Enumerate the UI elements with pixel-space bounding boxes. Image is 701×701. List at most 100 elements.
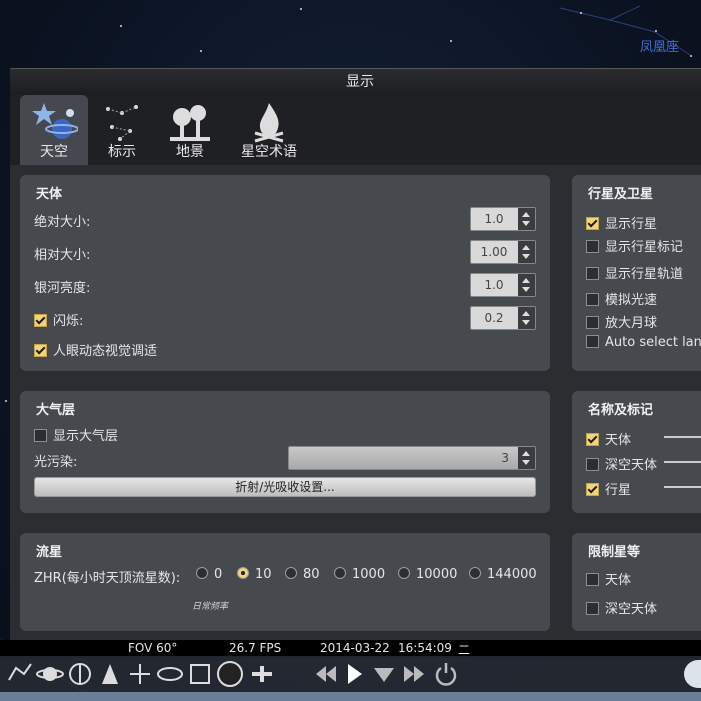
refraction-settings-button[interactable]: 折射/光吸收设置... xyxy=(34,477,536,497)
spinbox-arrows[interactable] xyxy=(518,274,535,296)
zhr-label: ZHR(每小时天顶流星数): xyxy=(34,571,181,586)
group-title: 名称及标记 xyxy=(588,403,654,418)
checkbox-label: 天体 xyxy=(605,433,632,448)
light-pollution-spinbox[interactable]: 3 xyxy=(288,446,536,470)
radio-button[interactable] xyxy=(469,567,481,579)
milky-way-label: 银河亮度: xyxy=(34,281,91,296)
play-icon[interactable] xyxy=(340,660,368,688)
fov-readout: FOV 60° xyxy=(128,641,178,655)
limit-dso-checkbox[interactable]: 深空天体 xyxy=(586,598,657,617)
checkbox-box[interactable] xyxy=(586,240,599,253)
group-title: 行星及卫星 xyxy=(588,187,654,202)
twinkle-checkbox[interactable]: 闪烁: xyxy=(34,310,83,329)
zhr-option-80[interactable]: 80 xyxy=(285,567,320,582)
equatorial-mount-icon[interactable] xyxy=(66,660,94,688)
checkbox-label: 模拟光速 xyxy=(605,293,658,308)
radio-button[interactable] xyxy=(196,567,208,579)
milky-way-spinbox[interactable]: 1.0 xyxy=(470,273,536,297)
dialog-title[interactable]: 显示 xyxy=(10,69,701,95)
auto-select-landscape-checkbox[interactable]: Auto select land xyxy=(586,335,701,350)
fps-readout: 26.7 FPS xyxy=(229,641,282,655)
tab-label: 地景 xyxy=(176,144,204,160)
checkbox-box[interactable] xyxy=(586,573,599,586)
nebula-icon[interactable] xyxy=(156,660,184,688)
constellation-art-icon[interactable] xyxy=(96,660,124,688)
rewind-icon[interactable] xyxy=(312,660,340,688)
radio-button[interactable] xyxy=(285,567,297,579)
checkbox-box[interactable] xyxy=(586,335,599,348)
radio-button[interactable] xyxy=(398,567,410,579)
zhr-option-10[interactable]: 10 xyxy=(237,567,272,582)
grid-icon[interactable] xyxy=(126,660,154,688)
fast-forward-icon[interactable] xyxy=(400,660,428,688)
checkbox-label: 天体 xyxy=(605,573,632,588)
scale-moon-checkbox[interactable]: 放大月球 xyxy=(586,312,657,331)
planet-icon[interactable] xyxy=(36,660,64,688)
quit-icon[interactable] xyxy=(432,660,460,688)
checkbox-label: 显示行星 xyxy=(605,217,658,232)
night-mode-icon[interactable] xyxy=(216,660,244,688)
satellite-icon[interactable] xyxy=(248,660,276,688)
tab-starlore[interactable]: 星空术语 xyxy=(224,95,314,165)
zhr-option-1000[interactable]: 1000 xyxy=(334,567,385,582)
checkbox-box[interactable] xyxy=(586,217,599,230)
radio-label: 0 xyxy=(214,567,223,582)
fullscreen-icon[interactable] xyxy=(186,660,214,688)
checkbox-box[interactable] xyxy=(586,458,599,471)
checkbox-box[interactable] xyxy=(34,344,47,357)
radio-button[interactable] xyxy=(334,567,346,579)
absolute-scale-spinbox[interactable]: 1.0 xyxy=(470,207,536,231)
planet-labels-checkbox[interactable]: 行星 xyxy=(586,479,631,498)
checkbox-label: 行星 xyxy=(605,483,632,498)
group-title: 天体 xyxy=(36,187,63,202)
limit-magnitude-group: 限制星等 天体 深空天体 xyxy=(572,533,701,631)
constellation-label-phoenix: 凤凰座 xyxy=(640,40,680,55)
show-planet-orbits-checkbox[interactable]: 显示行星轨道 xyxy=(586,263,683,282)
zhr-option-10000[interactable]: 10000 xyxy=(398,567,457,582)
checkbox-box[interactable] xyxy=(586,293,599,306)
tab-landscape[interactable]: 地景 xyxy=(156,95,224,165)
checkbox-box[interactable] xyxy=(34,429,47,442)
tab-markings[interactable]: 标示 xyxy=(88,95,156,165)
tab-sky[interactable]: 天空 xyxy=(20,95,88,165)
show-atmosphere-checkbox[interactable]: 显示大气层 xyxy=(34,425,118,444)
light-travel-checkbox[interactable]: 模拟光速 xyxy=(586,289,657,308)
show-planets-checkbox[interactable]: 显示行星 xyxy=(586,213,657,232)
radio-label: 1000 xyxy=(352,567,386,582)
eye-adaptation-checkbox[interactable]: 人眼动态视觉调适 xyxy=(34,340,157,359)
checkbox-box[interactable] xyxy=(586,433,599,446)
radio-label: 80 xyxy=(303,567,320,582)
tab-content: 天体 绝对大小: 1.0 相对大小: 1.00 银河亮度: 1.0 闪烁: 0.… xyxy=(10,165,701,643)
relative-scale-label: 相对大小: xyxy=(34,248,91,263)
starlore-icon xyxy=(254,103,284,143)
spinbox-arrows[interactable] xyxy=(518,307,535,329)
markings-icon xyxy=(106,105,138,141)
checkbox-box[interactable] xyxy=(586,483,599,496)
show-planet-markers-checkbox[interactable]: 显示行星标记 xyxy=(586,236,683,255)
labels-markers-group: 名称及标记 天体 深空天体 行星 xyxy=(572,391,701,513)
side-panel-handle[interactable] xyxy=(684,660,701,688)
checkbox-label: 深空天体 xyxy=(605,458,658,473)
tab-label: 标示 xyxy=(108,144,136,160)
spinbox-arrows[interactable] xyxy=(518,447,535,469)
zhr-option-0[interactable]: 0 xyxy=(196,567,222,582)
dso-labels-slider[interactable] xyxy=(664,461,701,463)
constellation-lines-icon[interactable] xyxy=(6,660,34,688)
checkbox-box[interactable] xyxy=(586,267,599,280)
view-dialog: 显示 天空 标示 地景 星空术语 天体 绝对大小: 1.0 相对大小: 1.00… xyxy=(10,68,701,643)
planet-labels-slider[interactable] xyxy=(664,486,701,488)
spinbox-arrows[interactable] xyxy=(518,241,535,263)
limit-stars-checkbox[interactable]: 天体 xyxy=(586,569,631,588)
real-time-icon[interactable] xyxy=(370,660,398,688)
relative-scale-spinbox[interactable]: 1.00 xyxy=(470,240,536,264)
checkbox-box[interactable] xyxy=(34,314,47,327)
radio-button[interactable] xyxy=(237,567,249,579)
twinkle-spinbox[interactable]: 0.2 xyxy=(470,306,536,330)
checkbox-box[interactable] xyxy=(586,316,599,329)
stars-labels-checkbox[interactable]: 天体 xyxy=(586,429,631,448)
stars-labels-slider[interactable] xyxy=(664,436,701,438)
spinbox-arrows[interactable] xyxy=(518,208,535,230)
checkbox-box[interactable] xyxy=(586,602,599,615)
dso-labels-checkbox[interactable]: 深空天体 xyxy=(586,454,657,473)
zhr-option-144000[interactable]: 144000 xyxy=(469,567,537,582)
